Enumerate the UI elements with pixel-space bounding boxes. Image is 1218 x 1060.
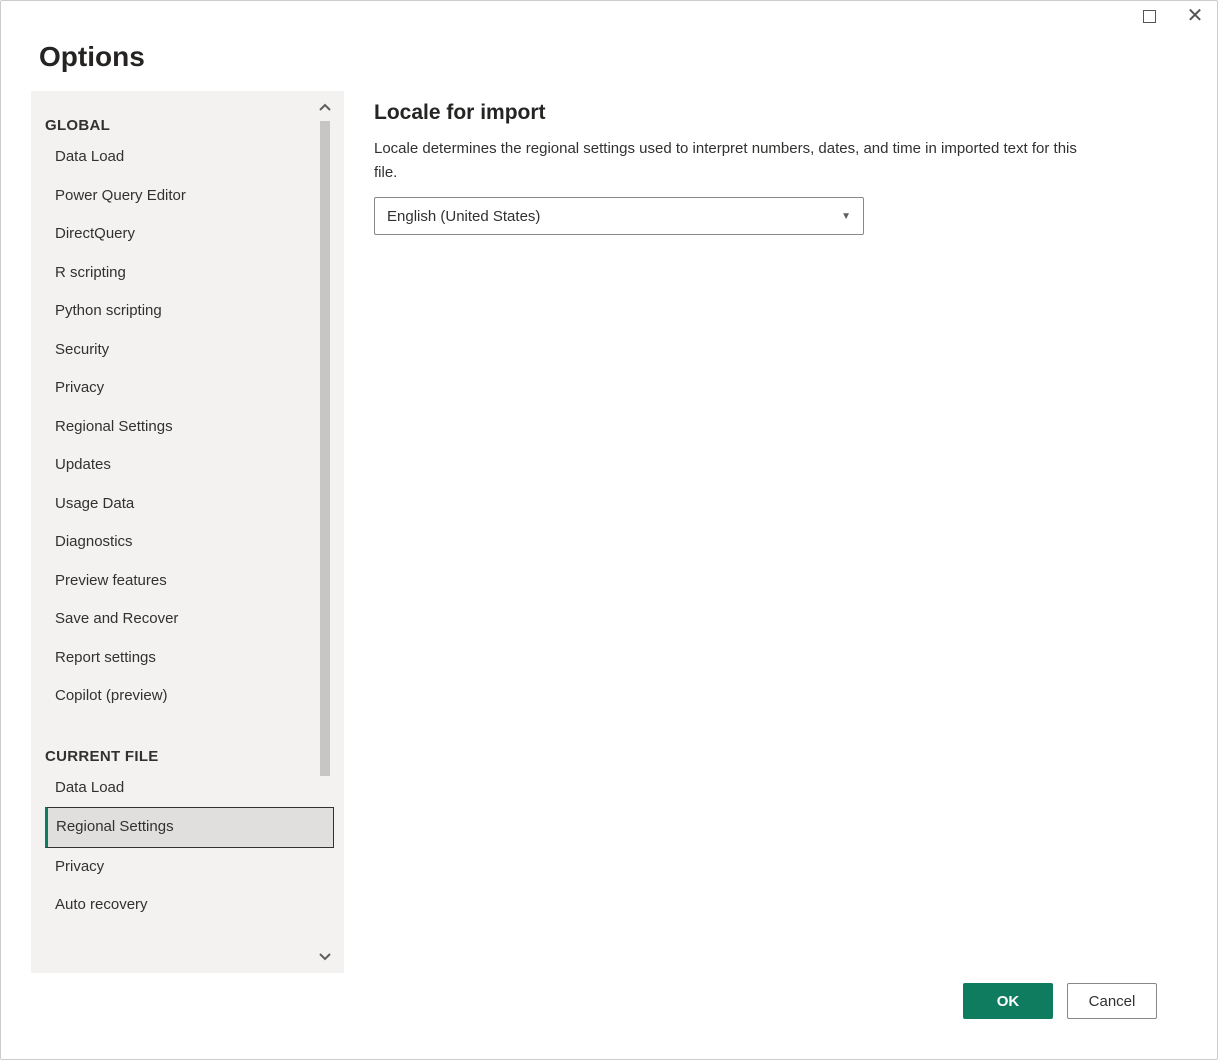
sidebar-item-python-scripting[interactable]: Python scripting bbox=[45, 292, 334, 331]
content-panel: Locale for import Locale determines the … bbox=[374, 91, 1187, 973]
cancel-button[interactable]: Cancel bbox=[1067, 983, 1157, 1019]
ok-button[interactable]: OK bbox=[963, 983, 1053, 1019]
close-button[interactable]: ✕ bbox=[1181, 2, 1209, 30]
title-bar: ✕ bbox=[1, 1, 1217, 31]
sidebar: GLOBALData LoadPower Query EditorDirectQ… bbox=[31, 91, 344, 973]
scroll-down-arrow-icon[interactable] bbox=[319, 947, 331, 967]
locale-dropdown[interactable]: English (United States) ▼ bbox=[374, 197, 864, 235]
sidebar-item-directquery[interactable]: DirectQuery bbox=[45, 215, 334, 254]
sidebar-item-auto-recovery[interactable]: Auto recovery bbox=[45, 886, 334, 925]
sidebar-item-usage-data[interactable]: Usage Data bbox=[45, 485, 334, 524]
section-header: GLOBAL bbox=[45, 109, 334, 138]
locale-selected-value: English (United States) bbox=[387, 208, 540, 225]
options-dialog: ✕ Options GLOBALData LoadPower Query Edi… bbox=[0, 0, 1218, 1060]
dialog-footer: OK Cancel bbox=[1, 973, 1217, 1059]
section-header: CURRENT FILE bbox=[45, 740, 334, 769]
sidebar-item-privacy[interactable]: Privacy bbox=[45, 369, 334, 408]
sidebar-item-data-load[interactable]: Data Load bbox=[45, 769, 334, 808]
sidebar-item-report-settings[interactable]: Report settings bbox=[45, 639, 334, 678]
sidebar-item-copilot-preview-[interactable]: Copilot (preview) bbox=[45, 677, 334, 716]
maximize-button[interactable] bbox=[1135, 2, 1163, 30]
maximize-icon bbox=[1143, 10, 1156, 23]
sidebar-item-power-query-editor[interactable]: Power Query Editor bbox=[45, 177, 334, 216]
section-description: Locale determines the regional settings … bbox=[374, 137, 1104, 185]
sidebar-item-diagnostics[interactable]: Diagnostics bbox=[45, 523, 334, 562]
sidebar-item-data-load[interactable]: Data Load bbox=[45, 138, 334, 177]
sidebar-item-regional-settings[interactable]: Regional Settings bbox=[45, 807, 334, 848]
sidebar-item-save-and-recover[interactable]: Save and Recover bbox=[45, 600, 334, 639]
scroll-thumb[interactable] bbox=[320, 121, 330, 776]
scrollbar[interactable] bbox=[314, 91, 336, 973]
dialog-title: Options bbox=[1, 31, 1217, 91]
close-icon: ✕ bbox=[1187, 6, 1204, 26]
section-heading: Locale for import bbox=[374, 101, 1187, 125]
sidebar-item-regional-settings[interactable]: Regional Settings bbox=[45, 408, 334, 447]
sidebar-item-privacy[interactable]: Privacy bbox=[45, 848, 334, 887]
sidebar-content: GLOBALData LoadPower Query EditorDirectQ… bbox=[31, 109, 344, 973]
sidebar-item-updates[interactable]: Updates bbox=[45, 446, 334, 485]
sidebar-item-r-scripting[interactable]: R scripting bbox=[45, 254, 334, 293]
scroll-up-arrow-icon[interactable] bbox=[319, 97, 331, 117]
sidebar-item-preview-features[interactable]: Preview features bbox=[45, 562, 334, 601]
main-area: GLOBALData LoadPower Query EditorDirectQ… bbox=[1, 91, 1217, 973]
sidebar-item-security[interactable]: Security bbox=[45, 331, 334, 370]
chevron-down-icon: ▼ bbox=[841, 211, 851, 222]
